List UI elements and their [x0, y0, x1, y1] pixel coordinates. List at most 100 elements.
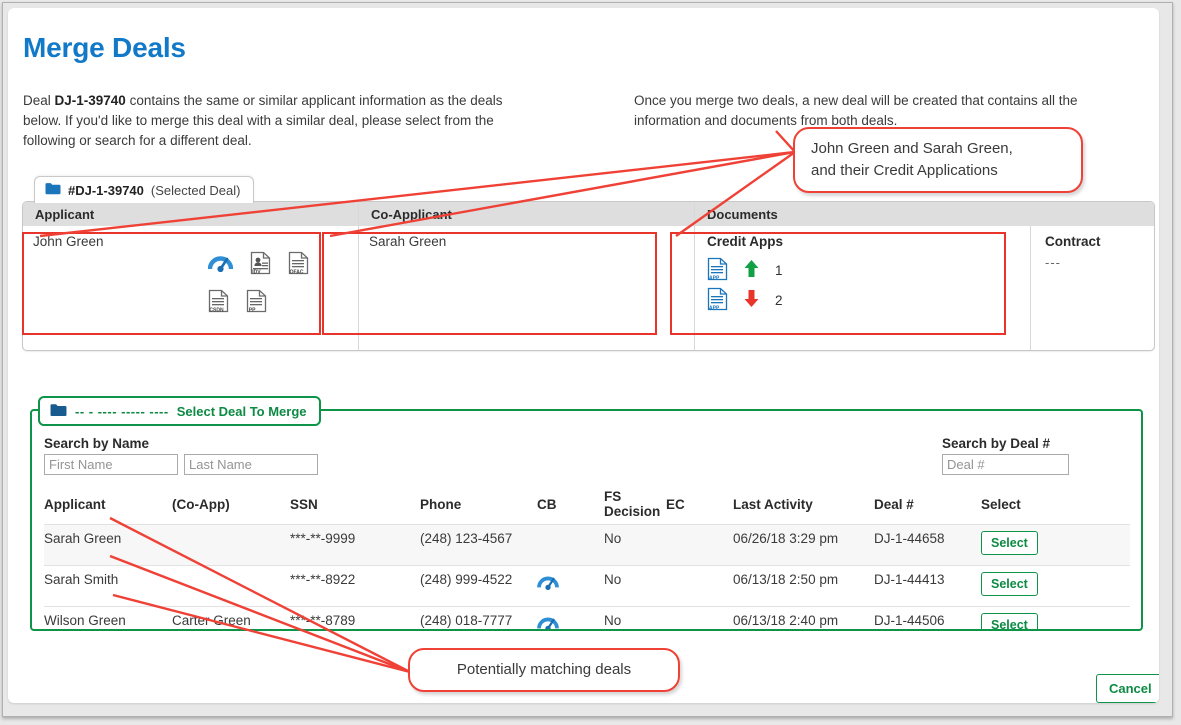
contract-title: Contract — [1045, 234, 1101, 249]
app-document-icon[interactable]: APP — [707, 257, 728, 284]
cell-ssn: ***-**-8789 ***-**-9991 — [290, 606, 420, 629]
page-title: Merge Deals — [23, 32, 186, 63]
credit-app-count: 1 — [775, 262, 783, 278]
cell-deal-number: DJ-1-44506 — [874, 606, 981, 629]
ssn-primary: ***-**-8922 — [290, 572, 356, 587]
callout-line-1: John Green and Sarah Green, — [811, 140, 1013, 157]
cell-select: Select — [981, 606, 1130, 629]
svg-text:APP: APP — [709, 275, 720, 281]
merge-tab-dashes: -- - ---- ----- ---- — [75, 403, 169, 419]
cell-cb — [537, 524, 604, 566]
applicant-column-header: Applicant — [23, 202, 358, 226]
search-by-deal-label: Search by Deal # — [942, 436, 1051, 451]
cell-fs-decision: No — [604, 606, 666, 629]
credit-gauge-icon[interactable] — [537, 576, 559, 593]
csdn-document-icon[interactable]: CSDN — [208, 289, 229, 316]
th-fs-decision: FS Decision — [604, 489, 661, 519]
table-row[interactable]: Wilson Green Carter Green ***-**-8789 **… — [44, 606, 1130, 629]
credit-gauge-icon[interactable] — [537, 617, 559, 629]
cell-select: Select — [981, 565, 1130, 607]
matching-deals-table: Applicant (Co-App) SSN Phone CB FS Decis… — [44, 489, 1130, 629]
coapplicant-column: Co-Applicant Sarah Green — [358, 202, 694, 350]
credit-apps-section: Credit Apps APP 1 APP 2 — [695, 226, 1030, 350]
ssn-primary: ***-**-9999 — [290, 531, 356, 546]
ssn-primary: ***-**-8789 — [290, 613, 356, 628]
table-header-row: Applicant (Co-App) SSN Phone CB FS Decis… — [44, 489, 1130, 525]
phone-secondary: (586) 871-4040 — [420, 628, 537, 629]
th-deal-number: Deal # — [874, 496, 914, 512]
ssn-secondary: ***-**-9991 — [290, 628, 420, 629]
cell-fs-decision: No — [604, 524, 666, 566]
callout-credit-applications: John Green and Sarah Green, and their Cr… — [793, 127, 1083, 193]
tab-select-deal-to-merge[interactable]: -- - ---- ----- ---- Select Deal To Merg… — [38, 396, 321, 426]
coapplicant-column-body: Sarah Green — [359, 226, 694, 350]
select-button[interactable]: Select — [981, 531, 1038, 555]
intro-text-right: Once you merge two deals, a new deal wil… — [634, 93, 1078, 128]
cell-coapp — [172, 524, 290, 566]
cell-phone: (248) 999-4522 — [420, 565, 537, 607]
search-by-deal-group: Search by Deal # — [942, 436, 1069, 475]
svg-text:PP: PP — [249, 307, 256, 313]
applicant-name: John Green — [33, 234, 104, 249]
search-by-name-group: Search by Name — [44, 436, 318, 475]
cancel-button[interactable]: Cancel — [1096, 674, 1159, 703]
cell-phone: (248) 018-7777 (586) 871-4040 — [420, 606, 537, 629]
cell-ssn: ***-**-9999 — [290, 524, 420, 566]
selected-deal-suffix: (Selected Deal) — [150, 182, 241, 198]
cell-ec — [666, 565, 733, 607]
credit-gauge-icon[interactable] — [207, 251, 234, 275]
contract-section: Contract --- — [1030, 226, 1154, 350]
pp-document-icon[interactable]: PP — [246, 289, 267, 316]
phone-primary: (248) 999-4522 — [420, 572, 513, 587]
applicant-column-body: John Green IDV OFAC CSDN PP — [23, 226, 358, 350]
app-root: Merge Deals Deal DJ-1-39740 contains the… — [0, 0, 1181, 725]
app-document-icon[interactable]: APP — [707, 287, 728, 314]
svg-text:OFAC: OFAC — [290, 269, 304, 275]
credit-app-row: APP 2 — [707, 285, 1030, 315]
merge-deals-card: Merge Deals Deal DJ-1-39740 contains the… — [8, 8, 1159, 703]
table-row[interactable]: Sarah Green ***-**-9999 (248) 123-4567 N… — [44, 524, 1130, 566]
th-select: Select — [981, 496, 1021, 512]
cell-deal-number: DJ-1-44658 — [874, 524, 981, 566]
documents-column-header: Documents — [695, 202, 1154, 226]
ofac-document-icon[interactable]: OFAC — [288, 251, 309, 278]
cell-coapp: Carter Green — [172, 606, 290, 629]
phone-primary: (248) 123-4567 — [420, 531, 513, 546]
intro-deal-number: DJ-1-39740 — [54, 93, 126, 108]
last-name-input[interactable] — [184, 454, 318, 475]
th-cb: CB — [537, 496, 557, 512]
tab-selected-deal[interactable]: #DJ-1-39740 (Selected Deal) — [34, 176, 254, 203]
svg-text:IDV: IDV — [252, 269, 261, 275]
cell-phone: (248) 123-4567 — [420, 524, 537, 566]
deal-number-input[interactable] — [942, 454, 1069, 475]
selected-deal-panel: Applicant John Green IDV OFAC CSDN PP Co… — [22, 201, 1155, 351]
cell-applicant: Sarah Green — [44, 524, 172, 566]
documents-column-body: Credit Apps APP 1 APP 2 Contract --- — [695, 226, 1154, 350]
folder-icon — [50, 403, 67, 420]
applicant-icon-row-2: CSDN PP — [208, 289, 267, 316]
coapplicant-column-header: Co-Applicant — [359, 202, 694, 226]
credit-apps-title: Credit Apps — [707, 234, 784, 249]
first-name-input[interactable] — [44, 454, 178, 475]
cell-cb — [537, 565, 604, 607]
intro-text-left: Deal DJ-1-39740 contains the same or sim… — [23, 91, 503, 151]
select-button[interactable]: Select — [981, 613, 1038, 629]
search-by-name-label: Search by Name — [44, 436, 150, 451]
table-row[interactable]: Sarah Smith ***-**-8922 (248) 999-4522 N… — [44, 565, 1130, 607]
contract-value: --- — [1045, 255, 1061, 270]
select-button[interactable]: Select — [981, 572, 1038, 596]
cell-select: Select — [981, 524, 1130, 566]
coapplicant-name: Sarah Green — [369, 234, 447, 249]
select-deal-to-merge-panel: Search by Name Search by Deal # — [30, 409, 1143, 631]
th-ssn: SSN — [290, 496, 318, 512]
selected-deal-number: #DJ-1-39740 — [68, 182, 144, 198]
th-last-activity: Last Activity — [733, 496, 813, 512]
cell-ec — [666, 606, 733, 629]
cell-cb — [537, 606, 604, 629]
cell-deal-number: DJ-1-44413 — [874, 565, 981, 607]
th-phone: Phone — [420, 496, 462, 512]
arrow-down-icon — [744, 290, 759, 310]
folder-icon — [45, 182, 61, 198]
idv-document-icon[interactable]: IDV — [250, 251, 271, 278]
merge-tab-label: Select Deal To Merge — [176, 403, 307, 419]
